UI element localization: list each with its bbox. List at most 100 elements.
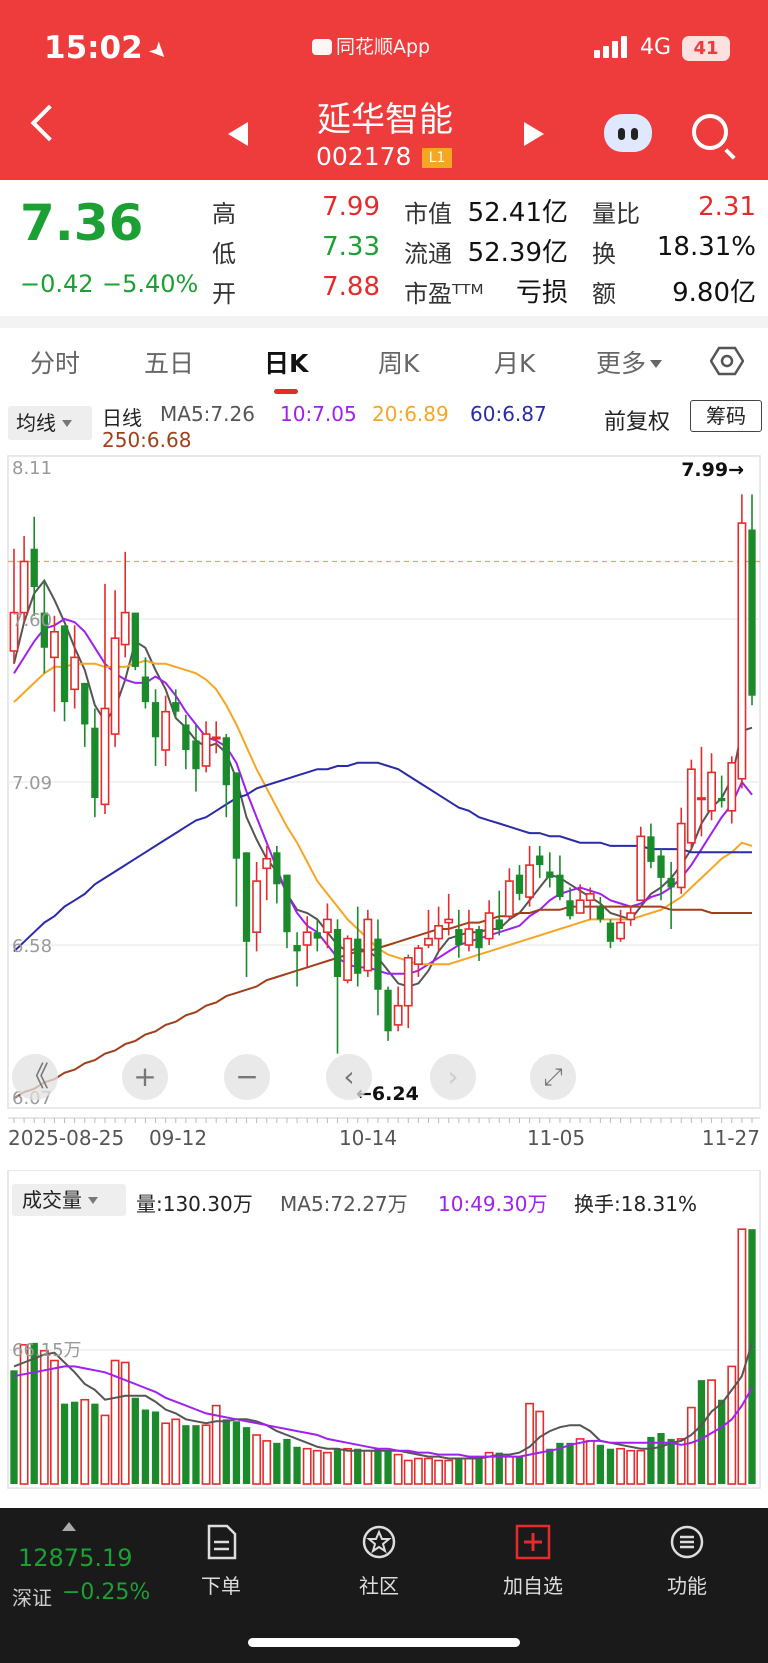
nav-order[interactable]: 下单 xyxy=(166,1516,276,1606)
volume-bar xyxy=(312,1449,322,1485)
candle-body xyxy=(120,611,130,646)
candle-body xyxy=(343,937,353,981)
tab-more[interactable]: 更多 xyxy=(596,344,663,380)
high-label: 高 xyxy=(212,200,236,228)
candle xyxy=(374,919,382,1016)
tab-five-day[interactable]: 五日 xyxy=(144,344,194,380)
candle-body xyxy=(737,522,747,780)
candle xyxy=(697,746,706,837)
ai-assistant-icon[interactable] xyxy=(604,114,652,152)
candle xyxy=(676,807,686,894)
chevron-down-icon xyxy=(650,360,663,368)
volume-bar xyxy=(262,1440,272,1485)
index-value[interactable]: 12875.19 xyxy=(18,1544,133,1572)
back-button[interactable] xyxy=(30,104,68,142)
open-label: 开 xyxy=(212,280,236,308)
ma20-value: 20:6.89 xyxy=(372,402,449,426)
candle xyxy=(81,682,89,747)
candle-body xyxy=(546,871,554,878)
index-name: 深证 xyxy=(12,1586,52,1610)
ma-select-label: 均线 xyxy=(16,411,56,435)
prev-stock-button[interactable] xyxy=(228,122,248,146)
tab-daily-k[interactable]: 日K xyxy=(264,344,308,380)
search-icon[interactable] xyxy=(692,114,728,150)
volume-bar xyxy=(131,1397,139,1484)
star-badge-icon xyxy=(362,1525,396,1559)
scroll-right-button[interactable]: › xyxy=(430,1054,476,1100)
nav-functions[interactable]: 功能 xyxy=(632,1516,742,1606)
candle xyxy=(222,734,230,818)
date-x-tick: 09-12 xyxy=(149,1126,207,1148)
candle xyxy=(686,759,696,850)
candle-body xyxy=(536,855,544,866)
candle-body xyxy=(626,912,636,921)
tab-monthly-k[interactable]: 月K xyxy=(494,344,535,380)
candle xyxy=(748,494,756,706)
volume-bar xyxy=(343,1447,353,1485)
fullscreen-button[interactable]: ⤢ xyxy=(530,1054,576,1100)
nav-add-watchlist[interactable]: 加自选 xyxy=(478,1516,588,1606)
signal-icon xyxy=(594,36,628,58)
candle xyxy=(455,909,463,958)
candle-body xyxy=(403,956,413,1007)
amount-value: 9.80亿 xyxy=(672,278,756,308)
candle-body xyxy=(707,771,717,812)
mcap-value: 52.41亿 xyxy=(467,198,568,228)
volume-bar xyxy=(161,1422,171,1485)
kline-chart[interactable]: 8.117.607.096.586.077.99→←6.24 2025-08-2… xyxy=(0,448,768,1148)
candle-body xyxy=(131,612,139,667)
add-icon xyxy=(515,1524,551,1560)
candle-body xyxy=(424,937,433,946)
zoom-out-button[interactable]: − xyxy=(224,1054,270,1100)
candle xyxy=(536,845,544,878)
date-x-tick: 2025-08-25 xyxy=(8,1126,124,1148)
candle-body xyxy=(636,835,646,902)
candle-body xyxy=(484,912,494,940)
chips-button[interactable]: 筹码 xyxy=(690,400,762,432)
candle-body xyxy=(566,900,574,917)
candle-body xyxy=(434,925,444,940)
ma-line-ma10 xyxy=(13,617,753,975)
collapse-button[interactable]: 《 xyxy=(12,1054,58,1100)
volume-bar xyxy=(626,1449,636,1485)
mcap-label: 市值 xyxy=(404,200,452,228)
ma-indicator-select[interactable]: 均线 xyxy=(8,406,92,440)
volume-bar xyxy=(354,1448,362,1484)
volume-bar xyxy=(686,1406,696,1485)
high-value: 7.99 xyxy=(322,192,380,222)
status-time: 15:02➤ xyxy=(44,30,174,67)
candle-body xyxy=(91,727,99,798)
index-expand-icon[interactable] xyxy=(62,1522,76,1531)
quote-panel: 7.36 −0.42 −5.40% 高 低 开 7.99 7.33 7.88 市… xyxy=(0,180,768,314)
volume-bar xyxy=(100,1414,110,1485)
price-y-tick: 6.58 xyxy=(12,936,52,957)
volume-bar xyxy=(30,1342,38,1484)
candle-body xyxy=(455,929,463,945)
next-stock-button[interactable] xyxy=(524,122,544,146)
volume-bar xyxy=(475,1456,483,1484)
volume-bar xyxy=(60,1403,69,1484)
zoom-in-button[interactable]: + xyxy=(122,1054,168,1100)
tab-more-label: 更多 xyxy=(596,349,647,378)
candle xyxy=(283,874,291,949)
volume-chart[interactable]: 66.15万 xyxy=(0,1170,768,1490)
ma-line-ma20 xyxy=(13,659,753,966)
candle-body xyxy=(70,656,80,691)
candle-body xyxy=(182,724,190,751)
scroll-left-button[interactable]: ‹ xyxy=(326,1054,372,1100)
volume-bar xyxy=(141,1409,150,1484)
volume-bar xyxy=(657,1433,665,1484)
volume-bar xyxy=(302,1447,312,1485)
candle-body xyxy=(161,710,171,751)
tab-intraday[interactable]: 分时 xyxy=(30,344,80,380)
tab-weekly-k[interactable]: 周K xyxy=(378,344,419,380)
candle-body xyxy=(302,931,312,946)
settings-icon[interactable] xyxy=(710,346,744,376)
candle xyxy=(504,868,514,920)
volume-bar xyxy=(91,1403,99,1484)
volume-bar xyxy=(293,1446,301,1484)
adjust-mode-label[interactable]: 前复权 xyxy=(604,404,670,436)
last-price: 7.36 xyxy=(20,194,144,252)
ma10-value: 10:7.05 xyxy=(280,402,357,426)
nav-community[interactable]: 社区 xyxy=(324,1516,434,1606)
